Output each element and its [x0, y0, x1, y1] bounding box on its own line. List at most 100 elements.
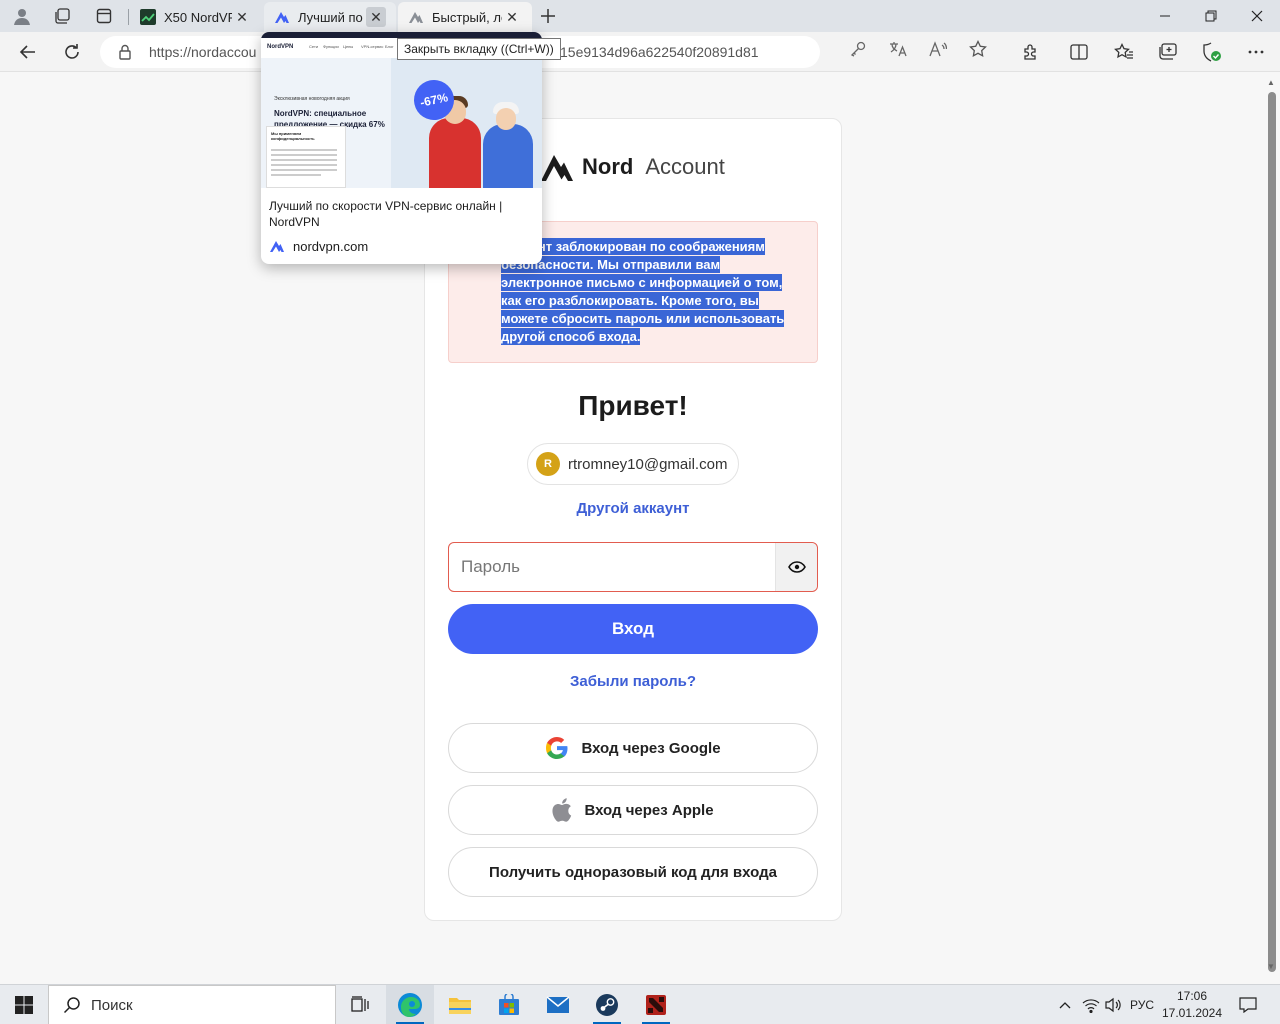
collections-icon[interactable]: [1153, 38, 1183, 66]
thumb-nav-link: Функции: [323, 44, 339, 49]
google-login-button[interactable]: Вход через Google: [448, 723, 818, 773]
thumb-promo-label: Эксклюзивная новогодняя акция: [274, 96, 350, 102]
dota2-icon[interactable]: [632, 985, 680, 1024]
nordvpn-favicon-icon: [270, 241, 284, 252]
tab-title: Быстрый, ле: [432, 9, 502, 25]
tab-close-icon[interactable]: ✕: [366, 7, 386, 27]
nord-mountain-icon: [541, 155, 573, 181]
logo-brand: Nord: [582, 154, 634, 179]
tab-hover-preview: NordVPN Сети Функции Цены VPN-сервис Бло…: [261, 32, 542, 264]
thumb-logo: NordVPN: [267, 44, 294, 50]
forgot-password-link[interactable]: Забыли пароль?: [424, 673, 842, 690]
google-icon: [545, 736, 569, 760]
tab-actions-icon[interactable]: [90, 4, 118, 28]
split-screen-icon[interactable]: [1064, 38, 1094, 66]
tab-strip: X50 NordVPN ✕ Лучший по с ✕ Быстрый, ле …: [0, 0, 1280, 32]
clock-date: 17.01.2024: [1161, 1006, 1223, 1020]
google-button-label: Вход через Google: [581, 739, 721, 757]
lock-icon[interactable]: [118, 44, 132, 65]
file-explorer-icon[interactable]: [436, 985, 484, 1024]
edge-taskbar-icon[interactable]: [386, 985, 434, 1024]
url-text: https://nordaccou: [149, 44, 257, 60]
tab-close-icon[interactable]: ✕: [232, 7, 252, 27]
apple-icon: [552, 798, 572, 822]
thumb-person-blue-jacket: [483, 124, 533, 188]
taskbar-search-box[interactable]: Поиск: [48, 985, 336, 1024]
password-input[interactable]: [449, 543, 777, 591]
thumb-person-red-jacket: [429, 118, 481, 188]
extensions-icon[interactable]: [1016, 38, 1046, 66]
tab-title: X50 NordVPN: [164, 9, 232, 25]
scroll-up-icon[interactable]: ▲: [1267, 78, 1275, 87]
preview-site-domain: nordvpn.com: [293, 238, 369, 254]
otp-button-label: Получить одноразовый код для входа: [489, 863, 777, 881]
thumb-person-head: [496, 108, 516, 130]
thumb-nav-link: VPN-сервис: [361, 44, 384, 49]
search-icon: [63, 997, 80, 1014]
password-field: [448, 542, 818, 592]
thumb-nav-link: Блог: [385, 44, 394, 49]
notifications-icon[interactable]: [1234, 985, 1262, 1024]
account-chip[interactable]: R rtromney10@gmail.com: [527, 443, 739, 485]
tab-x50-nordvpn[interactable]: X50 NordVPN ✕: [130, 2, 262, 32]
favorites-icon[interactable]: [1109, 38, 1139, 66]
profile-icon[interactable]: [8, 4, 36, 28]
logo-sub: Account: [645, 154, 725, 179]
close-tab-tooltip: Закрыть вкладку ((Ctrl+W)): [397, 38, 561, 60]
thumb-nav-link: Цены: [343, 44, 354, 49]
login-button[interactable]: Вход: [448, 604, 818, 654]
thumb-nav-link: Сети: [309, 44, 319, 49]
thumb-text-line: [271, 159, 337, 161]
translate-icon[interactable]: [888, 40, 908, 58]
read-aloud-icon[interactable]: [928, 40, 948, 58]
browser-toolbar: https://nordaccou 15e9134d96a622540f2089…: [0, 32, 1280, 72]
nord-account-logo: Nord Account: [540, 150, 725, 184]
thumb-text-line: [271, 164, 337, 166]
tab-best-vpn[interactable]: Лучший по с ✕: [264, 2, 396, 32]
apple-login-button[interactable]: Вход через Apple: [448, 785, 818, 835]
close-window-icon[interactable]: [1234, 0, 1280, 32]
back-icon[interactable]: [13, 38, 43, 66]
windows-taskbar: Поиск РУС 17:06 17.01.2024: [0, 984, 1280, 1024]
vertical-scrollbar[interactable]: ▲ ▼: [1264, 72, 1280, 980]
thumb-text-line: [271, 174, 321, 176]
refresh-icon[interactable]: [57, 38, 87, 66]
nordvpn-favicon-icon: [274, 9, 290, 25]
steam-icon[interactable]: [583, 985, 631, 1024]
input-language[interactable]: РУС: [1126, 985, 1158, 1024]
volume-icon[interactable]: [1102, 985, 1124, 1024]
preview-site: nordvpn.com: [269, 238, 368, 254]
tray-overflow-chevron-icon[interactable]: [1054, 985, 1076, 1024]
restore-icon[interactable]: [1188, 0, 1234, 32]
account-email: rtromney10@gmail.com: [568, 455, 728, 473]
preview-page-title: Лучший по скорости VPN-сервис онлайн | N…: [269, 199, 503, 229]
thumb-text-line: [271, 169, 337, 171]
start-button[interactable]: [0, 985, 48, 1024]
scrollbar-thumb[interactable]: [1268, 92, 1276, 972]
other-account-link[interactable]: Другой аккаунт: [424, 500, 842, 517]
scroll-down-icon[interactable]: ▼: [1267, 962, 1275, 971]
show-password-eye-icon[interactable]: [775, 543, 817, 591]
apple-button-label: Вход через Apple: [584, 801, 714, 819]
one-time-code-button[interactable]: Получить одноразовый код для входа: [448, 847, 818, 897]
favorite-star-icon[interactable]: [968, 40, 988, 58]
nordvpn-favicon-icon: [408, 9, 424, 25]
minimize-icon[interactable]: [1142, 0, 1188, 32]
avatar: R: [536, 452, 560, 476]
thumb-cookie-title: Мы применяем конфиденциальность: [271, 131, 315, 141]
workspaces-icon[interactable]: [48, 4, 76, 28]
tab-close-icon[interactable]: ✕: [502, 7, 522, 27]
vpn-shield-icon[interactable]: [1197, 38, 1227, 66]
microsoft-store-icon[interactable]: [485, 985, 533, 1024]
windows-logo-icon: [15, 996, 33, 1014]
taskbar-clock[interactable]: 17:06 17.01.2024: [1160, 988, 1224, 1022]
key-icon[interactable]: [848, 40, 868, 58]
tab-fast-vpn[interactable]: Быстрый, ле ✕: [398, 2, 532, 32]
url-text-tail: 15e9134d96a622540f20891d81: [560, 44, 759, 60]
mail-icon[interactable]: [534, 985, 582, 1024]
tab-title: Лучший по с: [298, 9, 366, 25]
network-wifi-icon[interactable]: [1080, 985, 1102, 1024]
new-tab-icon[interactable]: [534, 4, 562, 28]
task-view-icon[interactable]: [336, 985, 384, 1024]
more-menu-icon[interactable]: [1241, 38, 1271, 66]
